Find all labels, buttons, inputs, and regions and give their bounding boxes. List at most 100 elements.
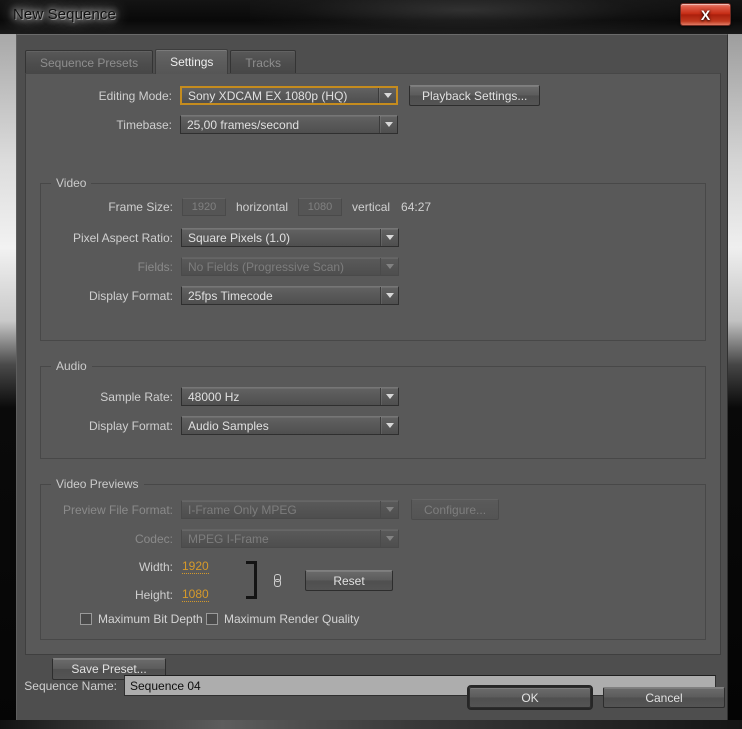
tab-bar: Sequence Presets Settings Tracks xyxy=(25,49,298,74)
codec-label: Codec: xyxy=(134,531,173,546)
tab-tracks-label: Tracks xyxy=(245,55,281,70)
pixel-aspect-value: Square Pixels (1.0) xyxy=(188,230,291,245)
chevron-down-icon xyxy=(380,258,398,275)
sequence-name-value: Sequence 04 xyxy=(130,678,201,693)
fields-dropdown: No Fields (Progressive Scan) xyxy=(181,257,399,276)
sequence-name-label: Sequence Name: xyxy=(24,678,117,693)
codec-row: Codec: MPEG I-Frame xyxy=(27,529,693,548)
frame-size-row: Frame Size: 1920 horizontal 1080 vertica… xyxy=(27,198,693,216)
audio-display-format-dropdown[interactable]: Audio Samples xyxy=(181,416,399,435)
pixel-aspect-row: Pixel Aspect Ratio: Square Pixels (1.0) xyxy=(27,228,693,247)
aspect-ratio-value: 64:27 xyxy=(401,200,432,214)
max-render-quality-checkbox[interactable]: Maximum Render Quality xyxy=(206,612,359,626)
chevron-down-icon xyxy=(379,116,397,133)
fields-label: Fields: xyxy=(137,259,173,274)
preview-height-value[interactable]: 1080 xyxy=(182,588,209,602)
sample-rate-dropdown[interactable]: 48000 Hz xyxy=(181,387,399,406)
editing-mode-label: Editing Mode: xyxy=(98,88,172,103)
editing-mode-value: Sony XDCAM EX 1080p (HQ) xyxy=(188,88,348,103)
playback-settings-button[interactable]: Playback Settings... xyxy=(409,85,541,106)
codec-value: MPEG I-Frame xyxy=(188,531,269,546)
reset-button[interactable]: Reset xyxy=(305,570,393,591)
chain-link-icon[interactable] xyxy=(273,573,282,588)
preview-file-format-row: Preview File Format: I-Frame Only MPEG C… xyxy=(27,499,693,520)
close-button[interactable]: X xyxy=(680,3,731,26)
chevron-down-icon xyxy=(380,388,398,405)
codec-dropdown: MPEG I-Frame xyxy=(181,529,399,548)
pixel-aspect-label: Pixel Aspect Ratio: xyxy=(72,230,173,245)
dimension-link-bracket-icon xyxy=(246,561,257,599)
video-previews-group: Video Previews Preview File Format: I-Fr… xyxy=(40,477,706,640)
timebase-row: Timebase: 25,00 frames/second xyxy=(26,115,710,134)
timebase-label: Timebase: xyxy=(116,117,172,132)
cancel-label: Cancel xyxy=(645,690,683,705)
video-display-format-label: Display Format: xyxy=(88,288,173,303)
chevron-down-icon xyxy=(380,417,398,434)
window-title: New Sequence xyxy=(13,6,116,23)
video-display-format-row: Display Format: 25fps Timecode xyxy=(27,286,693,305)
video-display-format-value: 25fps Timecode xyxy=(188,288,273,303)
tab-tracks[interactable]: Tracks xyxy=(230,50,296,74)
horizontal-label: horizontal xyxy=(236,200,289,214)
audio-display-format-row: Display Format: Audio Samples xyxy=(27,416,693,435)
title-bar[interactable]: New Sequence X xyxy=(0,0,742,34)
ok-label: OK xyxy=(521,690,539,705)
max-bit-depth-label: Maximum Bit Depth xyxy=(98,612,203,626)
frame-height-input: 1080 xyxy=(298,198,343,216)
cancel-button[interactable]: Cancel xyxy=(603,687,725,708)
audio-group-title: Audio xyxy=(51,359,92,373)
dialog-body: Sequence Presets Settings Tracks Editing… xyxy=(16,34,728,720)
preview-height-label: Height: xyxy=(134,588,173,602)
tab-sequence-presets[interactable]: Sequence Presets xyxy=(25,50,154,74)
chevron-down-icon xyxy=(380,501,398,518)
new-sequence-dialog-window: New Sequence X Sequence Presets Settings… xyxy=(0,0,742,729)
frame-width-value: 1920 xyxy=(191,201,217,213)
timebase-dropdown[interactable]: 25,00 frames/second xyxy=(180,115,398,134)
fields-row: Fields: No Fields (Progressive Scan) xyxy=(27,257,693,276)
preview-width-value[interactable]: 1920 xyxy=(182,560,209,574)
chevron-down-icon xyxy=(380,229,398,246)
sample-rate-label: Sample Rate: xyxy=(100,389,173,404)
configure-button: Configure... xyxy=(411,499,500,520)
sample-rate-row: Sample Rate: 48000 Hz xyxy=(27,387,693,406)
video-previews-group-title: Video Previews xyxy=(51,477,144,491)
audio-group: Audio Sample Rate: 48000 Hz Display Form… xyxy=(40,359,706,459)
frame-width-input: 1920 xyxy=(182,198,226,216)
preview-file-format-label: Preview File Format: xyxy=(62,502,173,517)
tab-sequence-presets-label: Sequence Presets xyxy=(40,55,139,70)
save-preset-label: Save Preset... xyxy=(71,662,147,676)
chevron-down-icon xyxy=(380,530,398,547)
tab-settings[interactable]: Settings xyxy=(155,49,229,74)
max-render-quality-checkbox-box xyxy=(206,613,218,625)
audio-display-format-label: Display Format: xyxy=(88,418,173,433)
settings-panel: Editing Mode: Sony XDCAM EX 1080p (HQ) P… xyxy=(25,73,721,680)
timebase-value: 25,00 frames/second xyxy=(187,117,300,132)
frame-height-value: 1080 xyxy=(307,201,333,213)
close-icon: X xyxy=(700,6,711,23)
ok-button[interactable]: OK xyxy=(467,685,593,710)
chevron-down-icon xyxy=(380,287,398,304)
frame-size-label: Frame Size: xyxy=(108,200,173,214)
max-render-quality-label: Maximum Render Quality xyxy=(224,612,360,626)
preview-width-label: Width: xyxy=(138,560,173,574)
reset-label: Reset xyxy=(333,573,365,588)
editing-mode-dropdown[interactable]: Sony XDCAM EX 1080p (HQ) xyxy=(180,86,398,105)
pixel-aspect-dropdown[interactable]: Square Pixels (1.0) xyxy=(181,228,399,247)
window-chrome-right-edge xyxy=(728,0,742,729)
window-chrome-left-edge xyxy=(0,0,16,729)
vertical-label: vertical xyxy=(352,200,391,214)
chevron-down-icon xyxy=(378,88,396,103)
video-display-format-dropdown[interactable]: 25fps Timecode xyxy=(181,286,399,305)
video-group: Video Frame Size: 1920 horizontal 1080 v… xyxy=(40,176,706,341)
video-group-title: Video xyxy=(51,176,92,190)
preview-file-format-value: I-Frame Only MPEG xyxy=(188,502,297,517)
sample-rate-value: 48000 Hz xyxy=(188,389,240,404)
fields-value: No Fields (Progressive Scan) xyxy=(188,259,345,274)
window-chrome-bottom-edge xyxy=(0,720,742,729)
audio-display-format-value: Audio Samples xyxy=(188,418,269,433)
max-bit-depth-checkbox-box xyxy=(80,613,92,625)
tab-settings-label: Settings xyxy=(170,55,214,69)
configure-label: Configure... xyxy=(424,502,487,517)
max-bit-depth-checkbox[interactable]: Maximum Bit Depth xyxy=(80,612,203,626)
editing-mode-row: Editing Mode: Sony XDCAM EX 1080p (HQ) P… xyxy=(26,85,710,106)
